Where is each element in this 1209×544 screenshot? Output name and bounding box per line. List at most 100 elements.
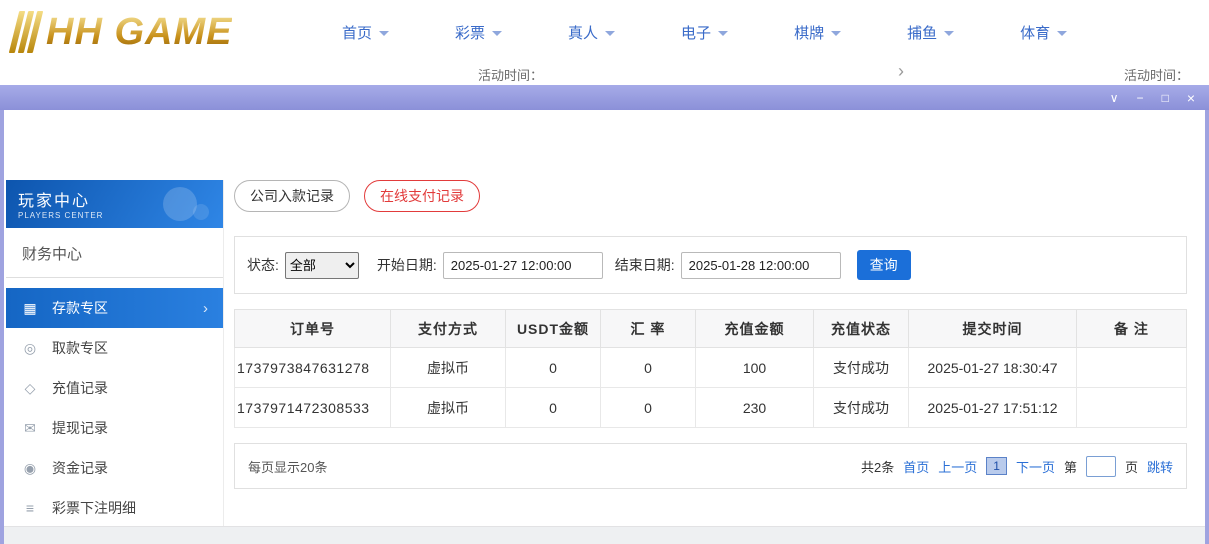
main-nav: 首页 彩票 真人 电子 棋牌 捕鱼 体育 xyxy=(342,22,1067,43)
filter-bar: 状态: 全部 开始日期: 结束日期: 查询 xyxy=(234,236,1187,294)
cell-payment-method: 虚拟币 xyxy=(391,348,506,388)
table-row: 1737971472308533 虚拟币 0 0 230 支付成功 2025-0… xyxy=(235,388,1187,428)
sidebar-item-recharge-records[interactable]: ◇ 充值记录 xyxy=(6,368,223,408)
end-date-label: 结束日期: xyxy=(615,255,675,275)
collapse-icon[interactable]: ∨ xyxy=(1110,92,1119,104)
maximize-icon[interactable]: □ xyxy=(1162,92,1169,104)
jump-link[interactable]: 跳转 xyxy=(1147,457,1173,476)
cell-recharge-amount: 230 xyxy=(696,388,814,428)
window-titlebar: ∨ − □ × xyxy=(0,85,1209,110)
cell-submit-time: 2025-01-27 17:51:12 xyxy=(909,388,1077,428)
chevron-down-icon xyxy=(831,31,841,36)
current-page-indicator[interactable]: 1 xyxy=(986,457,1007,475)
cell-usdt-amount: 0 xyxy=(506,348,601,388)
close-icon[interactable]: × xyxy=(1187,91,1195,105)
next-page-link[interactable]: 下一页 xyxy=(1016,457,1055,476)
deposit-icon: ▦ xyxy=(21,300,39,317)
chevron-down-icon xyxy=(718,31,728,36)
status-label: 状态: xyxy=(247,255,279,275)
withdraw-icon: ◎ xyxy=(21,340,39,357)
pagination-bar: 每页显示20条 共2条 首页 上一页 1 下一页 第 页 跳转 xyxy=(234,443,1187,489)
column-header-usdt-amount: USDT金额 xyxy=(506,310,601,348)
column-header-status: 充值状态 xyxy=(814,310,909,348)
logo: HH GAME xyxy=(14,11,284,54)
nav-item-slots[interactable]: 电子 xyxy=(681,22,728,43)
withdraw-record-icon: ✉ xyxy=(21,420,39,437)
sidebar-header: 玩家中心 PLAYERS CENTER xyxy=(6,180,223,228)
prev-page-link[interactable]: 上一页 xyxy=(938,457,977,476)
sidebar-item-deposit[interactable]: ▦ 存款专区 › xyxy=(6,288,223,328)
chevron-down-icon xyxy=(379,31,389,36)
start-date-input[interactable] xyxy=(443,252,603,279)
background-text-fragment: 活动时间： xyxy=(1124,65,1189,84)
column-header-submit-time: 提交时间 xyxy=(909,310,1077,348)
column-header-payment-method: 支付方式 xyxy=(391,310,506,348)
cell-status: 支付成功 xyxy=(814,388,909,428)
end-date-input[interactable] xyxy=(681,252,841,279)
sidebar-item-label: 存款专区 xyxy=(52,298,108,318)
funds-record-icon: ◉ xyxy=(21,460,39,477)
status-select[interactable]: 全部 xyxy=(285,252,359,279)
nav-item-boardgames[interactable]: 棋牌 xyxy=(794,22,841,43)
nav-item-sports[interactable]: 体育 xyxy=(1020,22,1067,43)
nav-item-home[interactable]: 首页 xyxy=(342,22,389,43)
sidebar-item-withdraw[interactable]: ◎ 取款专区 xyxy=(6,328,223,368)
sidebar-item-label: 资金记录 xyxy=(52,458,108,478)
page-prefix-label: 第 xyxy=(1064,457,1077,476)
cell-payment-method: 虚拟币 xyxy=(391,388,506,428)
sidebar-section-title: 财务中心 xyxy=(6,228,223,278)
column-header-rate: 汇 率 xyxy=(601,310,696,348)
cell-rate: 0 xyxy=(601,348,696,388)
start-date-label: 开始日期: xyxy=(377,255,437,275)
window-footer-strip xyxy=(4,526,1205,544)
first-page-link[interactable]: 首页 xyxy=(903,457,929,476)
cell-remark xyxy=(1077,388,1187,428)
logo-text: HH GAME xyxy=(46,11,232,54)
sidebar-header-decoration xyxy=(193,204,209,220)
lottery-detail-icon: ≡ xyxy=(21,500,39,516)
chevron-down-icon xyxy=(492,31,502,36)
cell-order-no: 1737973847631278 xyxy=(235,348,391,388)
main-panel: 公司入款记录 在线支付记录 状态: 全部 开始日期: 结束日期: 查询 xyxy=(234,180,1187,489)
sidebar-item-funds-records[interactable]: ◉ 资金记录 xyxy=(6,448,223,488)
background-page-strip: 活动时间： › 活动时间： xyxy=(0,64,1209,85)
pagination-controls: 共2条 首页 上一页 1 下一页 第 页 跳转 xyxy=(861,456,1173,477)
nav-item-lottery[interactable]: 彩票 xyxy=(455,22,502,43)
nav-item-fishing[interactable]: 捕鱼 xyxy=(907,22,954,43)
sidebar-item-label: 提现记录 xyxy=(52,418,108,438)
sidebar-item-label: 彩票下注明细 xyxy=(52,498,136,518)
cell-recharge-amount: 100 xyxy=(696,348,814,388)
column-header-remark: 备 注 xyxy=(1077,310,1187,348)
record-tabs: 公司入款记录 在线支付记录 xyxy=(234,180,1187,212)
sidebar-item-withdraw-records[interactable]: ✉ 提现记录 xyxy=(6,408,223,448)
records-table: 订单号 支付方式 USDT金额 汇 率 充值金额 充值状态 提交时间 备 注 1 xyxy=(234,309,1187,428)
table-header-row: 订单号 支付方式 USDT金额 汇 率 充值金额 充值状态 提交时间 备 注 xyxy=(235,310,1187,348)
site-header: HH GAME 首页 彩票 真人 电子 棋牌 捕鱼 体育 xyxy=(0,0,1209,64)
column-header-recharge-amount: 充值金额 xyxy=(696,310,814,348)
cell-submit-time: 2025-01-27 18:30:47 xyxy=(909,348,1077,388)
cell-remark xyxy=(1077,348,1187,388)
nav-item-live[interactable]: 真人 xyxy=(568,22,615,43)
cell-status: 支付成功 xyxy=(814,348,909,388)
recharge-record-icon: ◇ xyxy=(21,380,39,397)
column-header-order-no: 订单号 xyxy=(235,310,391,348)
chevron-down-icon xyxy=(944,31,954,36)
table-row: 1737973847631278 虚拟币 0 0 100 支付成功 2025-0… xyxy=(235,348,1187,388)
sidebar-item-lottery-bet-details[interactable]: ≡ 彩票下注明细 xyxy=(6,488,223,528)
search-button[interactable]: 查询 xyxy=(857,250,911,280)
cell-order-no: 1737971472308533 xyxy=(235,388,391,428)
window-body: 玩家中心 PLAYERS CENTER 财务中心 ▦ 存款专区 › ◎ 取款专区… xyxy=(0,110,1209,544)
sidebar: 玩家中心 PLAYERS CENTER 财务中心 ▦ 存款专区 › ◎ 取款专区… xyxy=(6,180,224,542)
per-page-label: 每页显示20条 xyxy=(248,457,327,476)
sidebar-item-label: 取款专区 xyxy=(52,338,108,358)
carousel-arrow-icon: › xyxy=(898,64,904,82)
logo-bars-icon xyxy=(14,11,38,53)
cell-rate: 0 xyxy=(601,388,696,428)
tab-company-deposit-records[interactable]: 公司入款记录 xyxy=(234,180,350,212)
chevron-down-icon xyxy=(605,31,615,36)
content: 玩家中心 PLAYERS CENTER 财务中心 ▦ 存款专区 › ◎ 取款专区… xyxy=(4,110,1205,542)
tab-online-payment-records[interactable]: 在线支付记录 xyxy=(364,180,480,212)
chevron-down-icon xyxy=(1057,31,1067,36)
page-number-input[interactable] xyxy=(1086,456,1116,477)
minimize-icon[interactable]: − xyxy=(1137,92,1144,104)
